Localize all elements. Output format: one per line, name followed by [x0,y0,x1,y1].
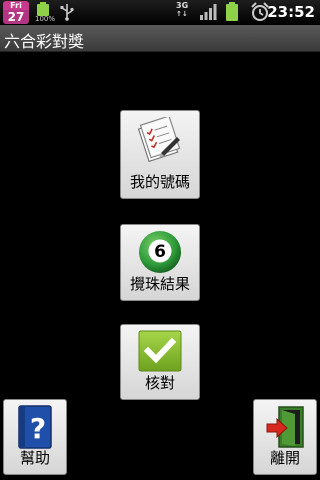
status-bar: Fri 27 100% 3G ↑↓ 23:52 [0,0,320,25]
checklist-icon [137,117,181,163]
app-title: 六合彩對獎 [4,32,85,51]
network-type: 3G [176,1,189,10]
battery-small-icon [37,2,49,16]
help-button[interactable]: ? 幫助 [3,399,67,475]
exit-label: 離開 [269,449,300,467]
signal-icon [200,4,217,20]
draw-results-button[interactable]: 6 攪珠結果 [120,224,200,301]
check-button[interactable]: 核對 [120,324,200,400]
3g-icon: 3G ↑↓ [176,1,189,19]
check-label: 核對 [144,374,175,392]
draw-results-label: 攪珠結果 [129,275,190,293]
ball-number: 6 [154,242,166,262]
status-clock: 23:52 [267,3,315,21]
usb-icon [60,4,74,21]
my-numbers-button[interactable]: 我的號碼 [120,110,200,199]
svg-text:?: ? [30,412,46,445]
calendar-date: 27 [3,10,29,24]
battery-percent: 100% [35,15,56,23]
exit-button[interactable]: 離開 [253,399,317,475]
exit-door-icon [266,406,304,448]
calendar-day: Fri [3,1,29,10]
help-book-icon: ? [18,405,52,449]
calendar-icon: Fri 27 [3,1,29,24]
title-bar: 六合彩對獎 [0,25,320,52]
lottery-ball-icon: 6 [139,231,181,273]
help-label: 幫助 [19,449,50,467]
checkmark-icon [138,330,182,372]
battery-icon [226,2,238,21]
my-numbers-label: 我的號碼 [129,173,190,191]
